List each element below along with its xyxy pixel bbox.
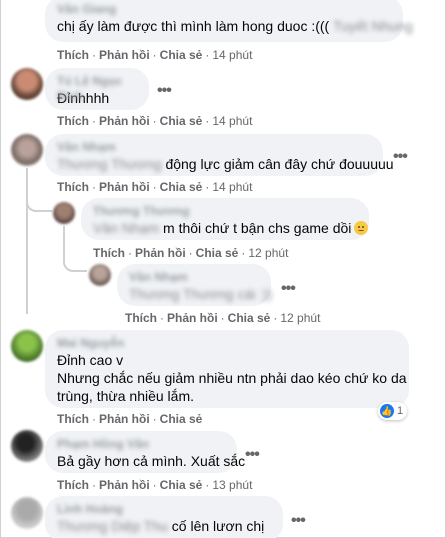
comment-time[interactable]: 14 phút [212, 180, 252, 194]
comment-bubble: Mai Nguyễn Đỉnh cao v Nhưng chắc nếu giả… [45, 330, 409, 408]
like-button[interactable]: Thích [57, 48, 89, 62]
comment-text-line: Đỉnh cao v [57, 352, 124, 368]
comment-bubble: Phạm Hồng Vân Bả gầy hơn cả mình. Xuất s… [45, 431, 245, 473]
disappointed-emoji-icon [354, 221, 369, 235]
comment-text: Vân Nhạm m thôi chứ t bận chs game dồi [93, 219, 369, 237]
share-button[interactable]: Chia sẻ [160, 114, 203, 128]
share-button[interactable]: Chia sẻ [196, 246, 239, 260]
avatar[interactable] [53, 202, 75, 224]
avatar[interactable] [11, 134, 43, 166]
avatar[interactable] [11, 330, 43, 362]
comment-text: Thương Thương cái :)) [129, 286, 272, 302]
like-button[interactable]: Thích [57, 114, 89, 128]
reply-button[interactable]: Phản hồi [135, 246, 186, 260]
comment-bubble: Tú Lệ Ngọc Bích Đỉnhhhh [45, 68, 149, 110]
comment-actions: Thích · Phản hồi · Chia sẻ [57, 412, 203, 426]
reaction-count[interactable]: 👍 1 [378, 402, 408, 420]
comment-time[interactable]: 14 phút [212, 48, 252, 62]
comment-author[interactable]: Vân Nhạm [57, 140, 371, 155]
like-reaction-icon: 👍 [380, 404, 394, 418]
reply-button[interactable]: Phản hồi [99, 180, 150, 194]
reply-button[interactable]: Phản hồi [99, 412, 150, 426]
comment-author[interactable]: Mai Nguyễn [57, 336, 397, 351]
more-options-icon[interactable]: ••• [281, 280, 296, 298]
avatar[interactable] [11, 68, 43, 100]
mention-link[interactable]: Vân Nhạm [93, 219, 159, 237]
mention-link[interactable]: Thương Diệp Thu [57, 517, 168, 535]
reply-connector [26, 196, 52, 212]
reply-bubble: Thương Thương Vân Nhạm m thôi chứ t bận … [81, 198, 369, 240]
more-options-icon[interactable]: ••• [245, 446, 260, 464]
comment-text: Thương Diệp Thu cố lên lươn chị [57, 517, 265, 535]
comment-text: Bả gầy hơn cả mình. Xuất sắc [57, 453, 246, 469]
comment-text-line: trùng, thừa nhiều lắm. [57, 388, 195, 404]
comment-author[interactable]: Phạm Hồng Vân [57, 437, 225, 452]
share-button[interactable]: Chia sẻ [228, 311, 271, 325]
reply-button[interactable]: Phản hồi [99, 48, 150, 62]
comment-bubble: Vân Nhạm Thương Thương động lực giảm cân… [45, 134, 394, 176]
comment-text: chị ấy làm được thì mình làm hong duoc :… [57, 18, 413, 34]
comment-actions: Thích · Phản hồi · Chia sẻ · 14 phút [57, 180, 253, 194]
reply-button[interactable]: Phản hồi [167, 311, 218, 325]
comment-actions: Thích · Phản hồi · Chia sẻ · 14 phút [57, 48, 253, 62]
like-button[interactable]: Thích [57, 180, 89, 194]
comment-actions: Thích · Phản hồi · Chia sẻ · 12 phút [93, 246, 289, 260]
comment-text-line: Nhưng chắc nếu giảm nhiều ntn phải dao k… [57, 370, 407, 386]
comment-time[interactable]: 14 phút [212, 114, 252, 128]
thread-line [63, 226, 65, 260]
like-button[interactable]: Thích [57, 478, 89, 492]
more-options-icon[interactable]: ••• [157, 82, 172, 100]
comment-author[interactable]: Tú Lệ Ngọc Bích [57, 74, 137, 103]
reply-button[interactable]: Phản hồi [99, 478, 150, 492]
reply-bubble: Vân Nhạm Thương Thương cái :)) [117, 264, 272, 306]
comment-time[interactable]: 12 phút [280, 311, 320, 325]
comment-text: Thương Thương động lực giảm cân đây chứ … [57, 156, 394, 172]
like-button[interactable]: Thích [125, 311, 157, 325]
reply-connector [63, 258, 87, 272]
mention-link[interactable]: Thương Thương [57, 155, 162, 173]
share-button[interactable]: Chia sẻ [160, 180, 203, 194]
share-button[interactable]: Chia sẻ [160, 478, 203, 492]
comment-time[interactable]: 13 phút [212, 478, 252, 492]
mention-link[interactable]: Thương Thương cái :)) [129, 285, 272, 303]
comment-bubble: Vân Giang chị ấy làm được thì mình làm h… [45, 0, 413, 42]
tagged-name[interactable]: Tuyết Nhung [333, 17, 413, 35]
like-button[interactable]: Thích [57, 412, 89, 426]
comment-author[interactable]: Linh Hoàng [57, 502, 271, 517]
comment-actions: Thích · Phản hồi · Chia sẻ · 13 phút [57, 478, 253, 492]
share-button[interactable]: Chia sẻ [160, 412, 203, 426]
thread-line [26, 168, 28, 314]
comments-panel: Vân Giang chị ấy làm được thì mình làm h… [0, 0, 446, 538]
comment-time[interactable]: 12 phút [248, 246, 288, 260]
comment-actions: Thích · Phản hồi · Chia sẻ · 12 phút [125, 311, 321, 325]
comment-author[interactable]: Thương Thương [93, 204, 357, 219]
more-options-icon[interactable]: ••• [393, 148, 408, 166]
like-button[interactable]: Thích [93, 246, 125, 260]
avatar[interactable] [11, 430, 43, 462]
comment-author[interactable]: Vân Giang [57, 2, 391, 17]
more-options-icon[interactable]: ••• [291, 512, 306, 530]
avatar[interactable] [89, 264, 111, 286]
comment-author[interactable]: Vân Nhạm [129, 270, 259, 285]
comment-bubble: Linh Hoàng Thương Diệp Thu cố lên lươn c… [45, 496, 283, 538]
avatar[interactable] [11, 497, 43, 529]
comment-actions: Thích · Phản hồi · Chia sẻ · 14 phút [57, 114, 253, 128]
reply-button[interactable]: Phản hồi [99, 114, 150, 128]
share-button[interactable]: Chia sẻ [160, 48, 203, 62]
